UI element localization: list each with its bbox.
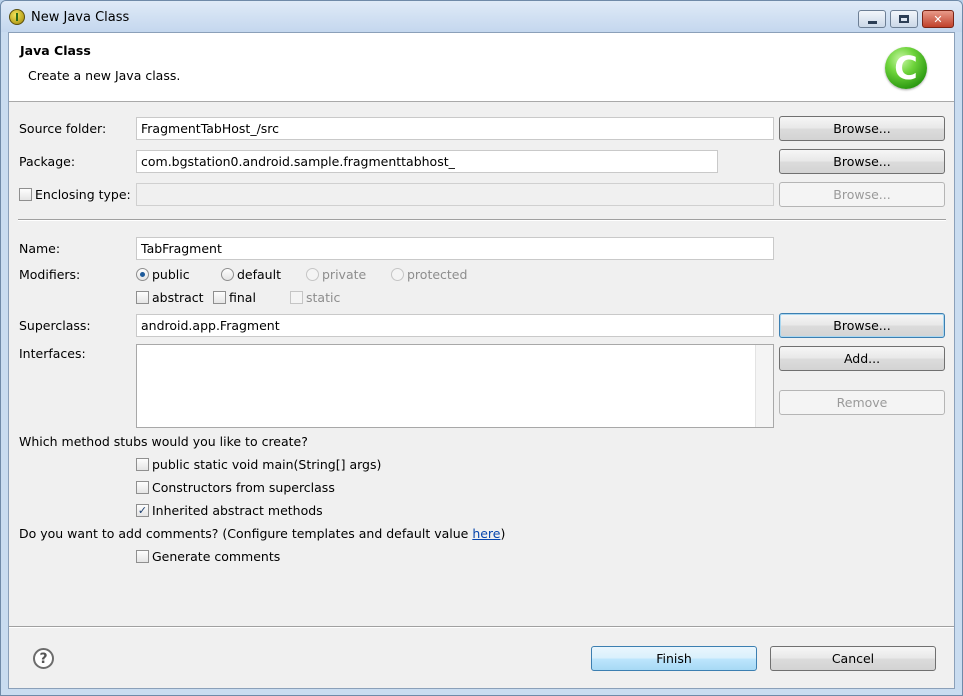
dialog-body: Java Class Create a new Java class. C So… — [8, 32, 955, 689]
modifier-protected-label: protected — [407, 267, 468, 282]
source-folder-browse-button[interactable]: Browse... — [779, 116, 945, 141]
interfaces-remove-button[interactable]: Remove — [779, 390, 945, 415]
method-stubs-question: Which method stubs would you like to cre… — [19, 434, 308, 449]
interfaces-label: Interfaces: — [19, 346, 86, 361]
wizard-title: Java Class — [20, 43, 91, 58]
stub-main-label: public static void main(String[] args) — [152, 457, 382, 472]
enclosing-type-checkbox[interactable] — [19, 188, 32, 201]
superclass-browse-button[interactable]: Browse... — [779, 313, 945, 338]
package-label: Package: — [19, 154, 76, 169]
modifier-default-radio[interactable] — [221, 268, 234, 281]
package-input[interactable]: com.bgstation0.android.sample.fragmentta… — [136, 150, 718, 173]
stub-main-checkbox[interactable] — [136, 458, 149, 471]
eclipse-app-icon — [9, 9, 25, 25]
modifier-static-checkbox[interactable] — [290, 291, 303, 304]
modifier-default-label: default — [237, 267, 281, 282]
cancel-button[interactable]: Cancel — [770, 646, 936, 671]
title-bar[interactable]: New Java Class ✕ — [1, 1, 962, 32]
package-browse-button[interactable]: Browse... — [779, 149, 945, 174]
help-icon[interactable]: ? — [33, 648, 54, 669]
separator — [18, 219, 946, 221]
logo-letter: C — [894, 49, 918, 87]
checkmark-icon: ✓ — [137, 504, 148, 517]
stub-inherited-checkbox[interactable]: ✓ — [136, 504, 149, 517]
modifier-private-radio[interactable] — [306, 268, 319, 281]
close-icon: ✕ — [933, 12, 943, 26]
modifier-static-label: static — [306, 290, 341, 305]
name-label: Name: — [19, 241, 61, 256]
footer-separator — [9, 626, 954, 628]
interfaces-list[interactable] — [136, 344, 774, 428]
source-folder-input[interactable]: FragmentTabHost_/src — [136, 117, 774, 140]
enclosing-type-label: Enclosing type: — [35, 187, 131, 202]
maximize-icon — [899, 15, 909, 23]
comments-question-text: Do you want to add comments? (Configure … — [19, 526, 473, 541]
minimize-icon — [867, 20, 877, 24]
modifier-abstract-checkbox[interactable] — [136, 291, 149, 304]
window-title: New Java Class — [31, 10, 130, 25]
modifier-protected-radio[interactable] — [391, 268, 404, 281]
enclosing-type-browse-button[interactable]: Browse... — [779, 182, 945, 207]
enclosing-type-input[interactable] — [136, 183, 774, 206]
modifiers-label: Modifiers: — [19, 267, 81, 282]
stub-inherited-label: Inherited abstract methods — [152, 503, 323, 518]
finish-button[interactable]: Finish — [591, 646, 757, 671]
stub-constructors-checkbox[interactable] — [136, 481, 149, 494]
interfaces-add-button[interactable]: Add... — [779, 346, 945, 371]
modifier-final-label: final — [229, 290, 256, 305]
interfaces-list-scrollbar[interactable] — [755, 345, 773, 427]
maximize-button[interactable] — [890, 10, 918, 28]
java-class-logo-icon: C — [885, 47, 927, 89]
dialog-window: New Java Class ✕ Java Class Create a new… — [0, 0, 963, 696]
wizard-header: Java Class Create a new Java class. C — [9, 33, 954, 102]
modifier-final-checkbox[interactable] — [213, 291, 226, 304]
source-folder-label: Source folder: — [19, 121, 107, 136]
comments-question: Do you want to add comments? (Configure … — [19, 526, 505, 541]
modifier-public-label: public — [152, 267, 190, 282]
modifier-abstract-label: abstract — [152, 290, 204, 305]
modifier-public-radio[interactable] — [136, 268, 149, 281]
wizard-description: Create a new Java class. — [28, 68, 181, 83]
stub-constructors-label: Constructors from superclass — [152, 480, 335, 495]
superclass-label: Superclass: — [19, 318, 91, 333]
comments-question-suffix: ) — [500, 526, 506, 541]
generate-comments-label: Generate comments — [152, 549, 281, 564]
close-button[interactable]: ✕ — [922, 10, 954, 28]
superclass-input[interactable]: android.app.Fragment — [136, 314, 774, 337]
minimize-button[interactable] — [858, 10, 886, 28]
configure-templates-link[interactable]: here — [472, 526, 500, 541]
generate-comments-checkbox[interactable] — [136, 550, 149, 563]
class-name-input[interactable]: TabFragment — [136, 237, 774, 260]
modifier-private-label: private — [322, 267, 367, 282]
